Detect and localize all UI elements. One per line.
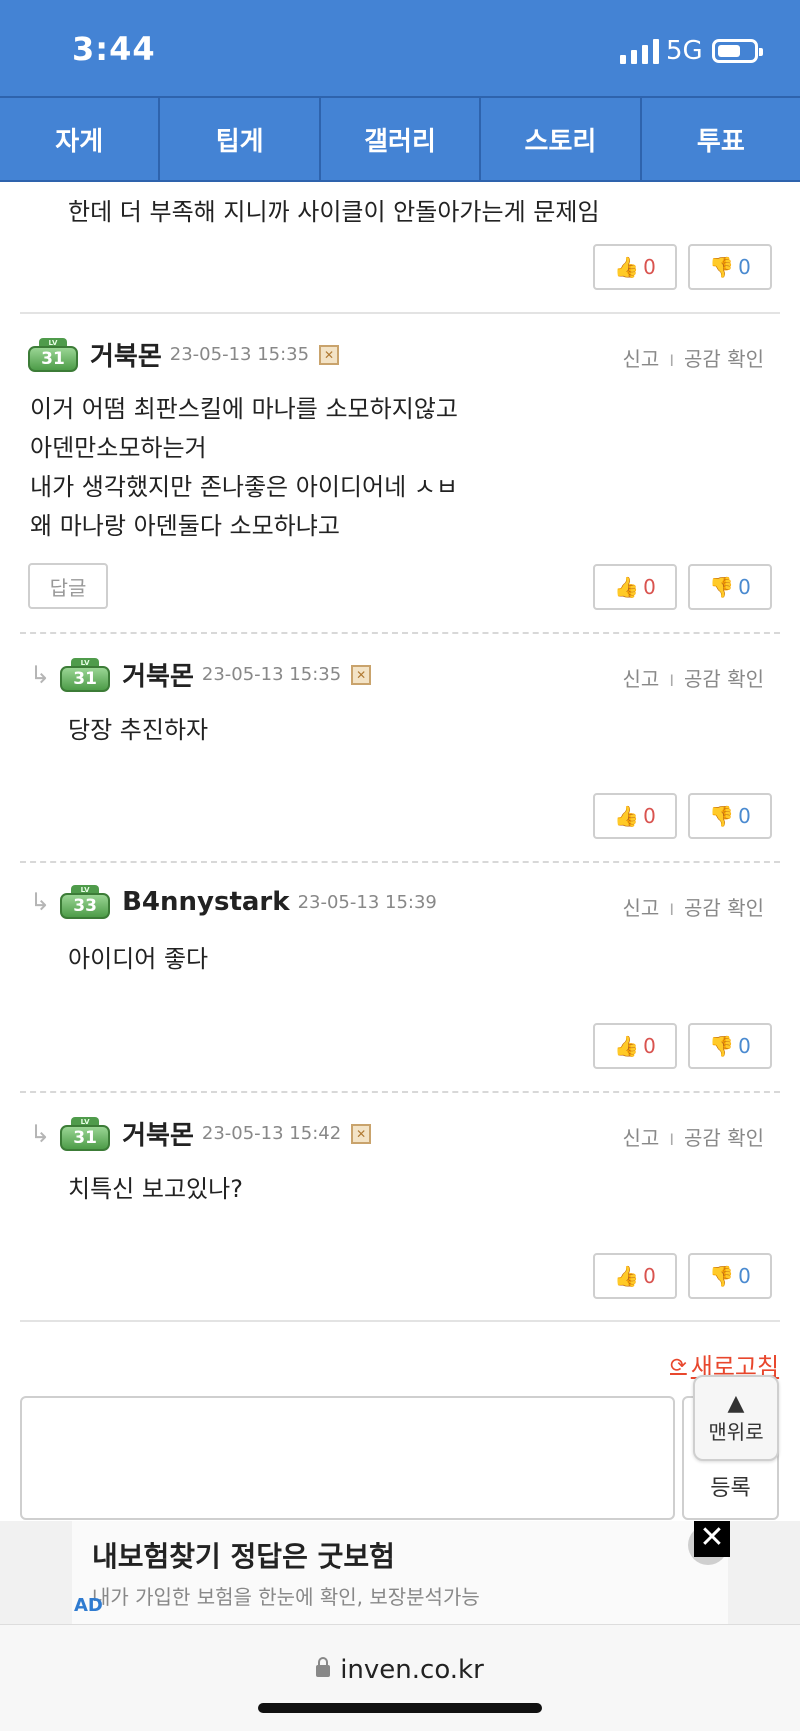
up-triangle-icon: ▲ [727, 1390, 745, 1416]
comment-date: 23-05-13 15:35 [201, 664, 342, 685]
report-link[interactable]: 신고 [623, 1126, 660, 1150]
comment-author[interactable]: B4nnystark [122, 887, 289, 917]
comment-actions: 신고 I 공감 확인 [622, 347, 765, 371]
reply-arrow-icon: ↳ [30, 1119, 51, 1148]
network-type: 5G [666, 36, 703, 66]
comment-date: 23-05-13 15:42 [201, 1123, 342, 1144]
comment-body: 이거 어떰 최판스킬에 마나를 소모하지않고 아덴만소모하는거 내가 생각했지만… [30, 395, 458, 540]
report-link[interactable]: 신고 [623, 896, 660, 920]
thumbs-down-icon: 👎 [709, 804, 735, 828]
member-memo-icon[interactable]: ✕ [319, 344, 340, 365]
likes-check-link[interactable]: 공감 확인 [684, 1126, 764, 1150]
url-text: inven.co.kr [340, 1655, 484, 1685]
upvote-button[interactable]: 👍 0 [593, 564, 677, 610]
comment-actions: 신고 I 공감 확인 [622, 667, 765, 691]
tab-vote[interactable]: 투표 [642, 98, 800, 180]
comment-header: ↳ LV 31 거북몬 23-05-13 15:35 ✕ [30, 656, 372, 693]
page: 3:44 5G 자게 팁게 갤러리 스토리 투표 한데 더 부족해 지니까 사이… [0, 0, 800, 1731]
comment-date: 23-05-13 15:39 [297, 891, 437, 913]
lock-icon [316, 1657, 331, 1677]
thumbs-up-icon: 👍 [614, 255, 640, 279]
battery-icon [712, 39, 763, 63]
downvote-button[interactable]: 👎 0 [688, 564, 772, 610]
divider [20, 861, 780, 863]
comment-header: ↳ LV 31 거북몬 23-05-13 15:42 ✕ [30, 1115, 372, 1152]
scroll-to-top-button[interactable]: ▲ 맨위로 [693, 1375, 779, 1461]
likes-check-link[interactable]: 공감 확인 [684, 896, 764, 920]
level-badge-icon: LV 31 [28, 337, 78, 372]
likes-check-link[interactable]: 공감 확인 [684, 667, 764, 691]
thumbs-down-icon: 👎 [709, 1264, 735, 1288]
comment-actions: 신고 I 공감 확인 [622, 1126, 765, 1150]
thumbs-down-icon: 👎 [709, 575, 735, 599]
comment-input[interactable] [20, 1396, 675, 1520]
upvote-button[interactable]: 👍 0 [593, 1023, 677, 1069]
likes-check-link[interactable]: 공감 확인 [684, 347, 764, 371]
ad-title: 내보험찾기 정답은 굿보험 [92, 1540, 395, 1573]
thumbs-down-icon: 👎 [709, 1034, 735, 1058]
level-badge-icon: LV 31 [60, 1116, 111, 1151]
ad-close-icon[interactable]: ✕ [694, 1521, 730, 1557]
tab-free-board[interactable]: 자게 [0, 98, 161, 180]
comment-author[interactable]: 거북몬 [122, 656, 194, 693]
divider [20, 632, 780, 634]
status-bar: 3:44 5G [0, 0, 800, 96]
comment-body: 당장 추진하자 [68, 716, 209, 744]
level-badge-icon: LV 31 [60, 657, 111, 692]
status-time: 3:44 [72, 30, 156, 68]
comment-author[interactable]: 거북몬 [122, 1115, 194, 1152]
level-badge-icon: LV 33 [60, 885, 111, 919]
ad-subtitle: 내가 가입한 보험을 한눈에 확인, 보장분석가능 [92, 1585, 480, 1609]
divider [20, 1091, 780, 1093]
ad-banner[interactable]: 내보험찾기 정답은 굿보험 내가 가입한 보험을 한눈에 확인, 보장분석가능 … [0, 1521, 800, 1624]
upvote-button[interactable]: 👍 0 [593, 1253, 677, 1299]
comment-text: 한데 더 부족해 지니까 사이클이 안돌아가는게 문제임 [68, 198, 600, 226]
downvote-button[interactable]: 👎 0 [688, 1023, 772, 1069]
thumbs-up-icon: 👍 [614, 1264, 640, 1288]
comment-date: 23-05-13 15:35 [169, 344, 310, 365]
reply-button[interactable]: 답글 [28, 563, 108, 609]
tab-gallery[interactable]: 갤러리 [321, 98, 482, 180]
browser-url-bar[interactable]: inven.co.kr [0, 1624, 800, 1731]
downvote-button[interactable]: 👎 0 [688, 244, 772, 290]
thumbs-up-icon: 👍 [614, 575, 640, 599]
divider [20, 312, 780, 314]
comment-author[interactable]: 거북몬 [90, 336, 162, 373]
board-tabs: 자게 팁게 갤러리 스토리 투표 [0, 96, 800, 182]
divider [20, 1320, 780, 1322]
comment-header: LV 31 거북몬 23-05-13 15:35 ✕ [28, 336, 340, 373]
reply-arrow-icon: ↳ [30, 888, 51, 916]
home-indicator[interactable] [258, 1703, 542, 1713]
comment-body: 치특신 보고있나? [68, 1175, 243, 1203]
upvote-button[interactable]: 👍 0 [593, 793, 677, 839]
upvote-button[interactable]: 👍 0 [593, 244, 677, 290]
thumbs-up-icon: 👍 [614, 1034, 640, 1058]
comment-body: 아이디어 좋다 [68, 945, 209, 973]
report-link[interactable]: 신고 [623, 347, 660, 371]
downvote-button[interactable]: 👎 0 [688, 1253, 772, 1299]
signal-icon [620, 38, 659, 64]
tab-tip-board[interactable]: 팁게 [160, 98, 321, 180]
tab-story[interactable]: 스토리 [481, 98, 642, 180]
refresh-icon: ⟳ [670, 1352, 687, 1377]
member-memo-icon[interactable]: ✕ [351, 664, 372, 685]
ad-tag: AD [74, 1595, 103, 1616]
thumbs-up-icon: 👍 [614, 804, 640, 828]
comment-actions: 신고 I 공감 확인 [622, 896, 765, 920]
downvote-button[interactable]: 👎 0 [688, 793, 772, 839]
comment-header: ↳ LV 33 B4nnystark 23-05-13 15:39 [30, 885, 447, 919]
reply-arrow-icon: ↳ [30, 660, 51, 689]
thumbs-down-icon: 👎 [709, 255, 735, 279]
member-memo-icon[interactable]: ✕ [351, 1123, 372, 1144]
report-link[interactable]: 신고 [623, 667, 660, 691]
